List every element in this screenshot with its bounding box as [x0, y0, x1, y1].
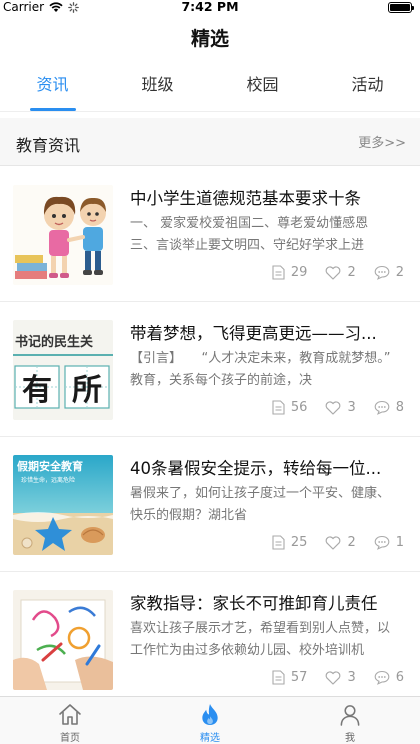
views-stat: 56: [272, 400, 308, 415]
tabbar-home[interactable]: 首页: [0, 697, 140, 744]
person-icon: [340, 705, 360, 726]
news-summary: 一、 爱家爱校爱祖国二、尊老爱幼懂感恩三、言谈举止要文明四、守纪好学求上进: [130, 216, 369, 253]
document-icon: [272, 400, 285, 415]
comments-count: 8: [395, 400, 404, 415]
views-count: 57: [290, 670, 308, 685]
news-summary: 暑假来了，如何让孩子度过一个平安、健康、快乐的假期？湖北省: [130, 486, 391, 523]
news-title: 带着梦想，飞得更高更远——习...: [130, 324, 377, 343]
heart-icon: [326, 265, 341, 280]
tab-campus[interactable]: 校园: [210, 62, 315, 111]
news-list: 中小学生道德规范基本要求十条 一、 爱家爱校爱祖国二、尊老爱幼懂感恩三、言谈举止…: [0, 167, 420, 707]
news-summary: 喜欢让孩子展示才艺，希望看到别人点赞，以工作忙为由过多依赖幼儿园、校外培训机: [130, 621, 391, 658]
comment-icon: [374, 400, 390, 415]
comment-icon: [374, 670, 390, 685]
home-icon: [59, 704, 81, 725]
thumb-char-2: 所: [72, 373, 102, 408]
heart-icon: [326, 670, 341, 685]
likes-count: 2: [347, 535, 356, 550]
likes-count: 3: [347, 670, 356, 685]
news-thumbnail: [13, 590, 113, 690]
likes-stat[interactable]: 3: [325, 670, 356, 685]
likes-count: 3: [347, 400, 356, 415]
status-time: 7:42 PM: [181, 0, 239, 14]
thumb-char-1: 有: [22, 373, 52, 408]
views-stat: 29: [272, 265, 308, 280]
likes-count: 2: [347, 265, 356, 280]
poster-illustration: 书记的民生关 有 所: [13, 320, 113, 420]
news-thumbnail: 假期安全教育 珍惜生命，远离危险: [13, 455, 113, 555]
comments-stat[interactable]: 1: [374, 535, 404, 550]
category-tabs: 资讯 班级 校园 活动: [0, 62, 420, 112]
likes-stat[interactable]: 3: [325, 400, 356, 415]
news-stats: 29 2 2: [272, 265, 404, 280]
news-thumbnail: [13, 185, 113, 285]
drawing-illustration: [13, 590, 113, 690]
battery-icon: [388, 2, 414, 13]
thumb-text-top: 假期安全教育: [17, 459, 83, 473]
tabbar-me-label: 我: [345, 733, 355, 744]
bottom-tab-bar: 首页 精选 我: [0, 696, 420, 744]
news-summary: 【引言】 “人才决定未来，教育成就梦想。” 教育，关系每个孩子的前途，决: [130, 351, 392, 388]
news-stats: 56 3 8: [272, 400, 404, 415]
flame-icon: [202, 703, 218, 726]
news-item[interactable]: 中小学生道德规范基本要求十条 一、 爱家爱校爱祖国二、尊老爱幼懂感恩三、言谈举止…: [0, 167, 420, 302]
views-count: 29: [290, 265, 308, 280]
tab-news[interactable]: 资讯: [0, 62, 105, 111]
news-title: 中小学生道德规范基本要求十条: [130, 189, 361, 208]
views-stat: 25: [272, 535, 308, 550]
comments-count: 1: [395, 535, 404, 550]
page-title: 精选: [190, 28, 229, 50]
news-item[interactable]: 书记的民生关 有 所 带着梦想，飞得更高更远——习... 【引言】 “人才决定未…: [0, 302, 420, 437]
comments-count: 2: [395, 265, 404, 280]
document-icon: [272, 535, 285, 550]
tabbar-home-label: 首页: [60, 733, 80, 744]
likes-stat[interactable]: 2: [325, 535, 356, 550]
section-header: 教育资讯 更多>>: [0, 118, 420, 166]
news-title: 家教指导：家长不可推卸育儿责任: [130, 594, 378, 613]
views-stat: 57: [272, 670, 308, 685]
more-link[interactable]: 更多>>: [358, 132, 406, 151]
tabbar-featured-label: 精选: [200, 733, 220, 744]
tabbar-me[interactable]: 我: [280, 697, 420, 744]
news-thumbnail: 书记的民生关 有 所: [13, 320, 113, 420]
status-bar: Carrier 7:42 PM: [0, 0, 420, 14]
news-stats: 57 3 6: [272, 670, 404, 685]
tab-class[interactable]: 班级: [105, 62, 210, 111]
tabbar-featured[interactable]: 精选: [140, 697, 280, 744]
news-title: 40条暑假安全提示，转给每一位...: [130, 459, 382, 478]
thumb-text-sub: 珍惜生命，远离危险: [21, 476, 75, 484]
news-stats: 25 2 1: [272, 535, 404, 550]
comments-stat[interactable]: 2: [374, 265, 404, 280]
kids-illustration: [13, 185, 113, 285]
likes-stat[interactable]: 2: [325, 265, 356, 280]
views-count: 56: [290, 400, 308, 415]
heart-icon: [326, 400, 341, 415]
section-title: 教育资讯: [16, 136, 81, 155]
comment-icon: [374, 535, 390, 550]
heart-icon: [326, 535, 341, 550]
beach-illustration: 假期安全教育 珍惜生命，远离危险: [13, 455, 113, 555]
news-item[interactable]: 假期安全教育 珍惜生命，远离危险 40条暑假安全提示，转给每一位... 暑假来了…: [0, 437, 420, 572]
news-item[interactable]: 家教指导：家长不可推卸育儿责任 喜欢让孩子展示才艺，希望看到别人点赞，以工作忙为…: [0, 572, 420, 707]
document-icon: [272, 265, 285, 280]
comments-stat[interactable]: 8: [374, 400, 404, 415]
comments-count: 6: [395, 670, 404, 685]
views-count: 25: [290, 535, 308, 550]
comments-stat[interactable]: 6: [374, 670, 404, 685]
document-icon: [272, 670, 285, 685]
tab-activity[interactable]: 活动: [315, 62, 420, 111]
comment-icon: [374, 265, 390, 280]
thumb-text-top: 书记的民生关: [15, 334, 93, 350]
